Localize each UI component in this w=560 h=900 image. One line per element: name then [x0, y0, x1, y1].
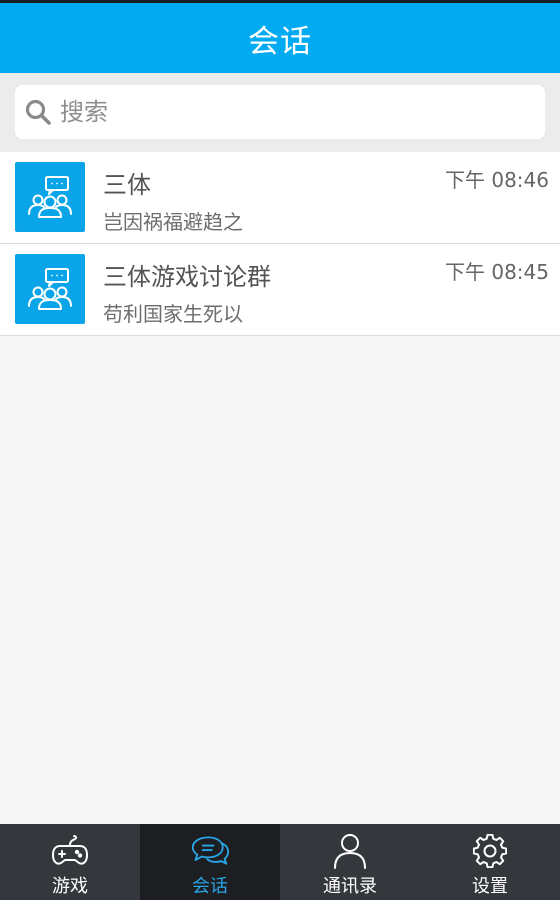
- tab-conversations[interactable]: 会话: [140, 824, 280, 900]
- search-box[interactable]: [15, 85, 545, 139]
- tab-label: 通讯录: [323, 876, 377, 897]
- gear-icon: [470, 833, 510, 869]
- tab-contacts[interactable]: 通讯录: [280, 824, 420, 900]
- conversation-preview: 岂因祸福避趋之: [103, 210, 243, 234]
- chat-bubbles-icon: [190, 833, 230, 869]
- search-icon[interactable]: [22, 96, 54, 128]
- page-title: 会话: [248, 23, 312, 60]
- contacts-icon: [330, 833, 370, 869]
- tab-settings[interactable]: 设置: [420, 824, 560, 900]
- group-chat-icon: [28, 268, 72, 310]
- avatar: [15, 254, 85, 324]
- conversation-name: 三体游戏讨论群: [103, 263, 271, 291]
- conversation-name: 三体: [103, 171, 151, 199]
- conversation-time: 下午 08:46: [445, 168, 549, 192]
- conversation-time: 下午 08:45: [445, 260, 549, 284]
- gamepad-icon: [50, 833, 90, 869]
- tab-games[interactable]: 游戏: [0, 824, 140, 900]
- search-input[interactable]: [58, 97, 502, 127]
- app-header: 会话: [0, 3, 560, 73]
- conversation-preview: 苟利国家生死以: [103, 302, 243, 326]
- conversation-item[interactable]: 三体 下午 08:46 岂因祸福避趋之: [0, 152, 560, 244]
- tab-label: 游戏: [52, 876, 88, 897]
- search-bar: [0, 73, 560, 152]
- conversation-item[interactable]: 三体游戏讨论群 下午 08:45 苟利国家生死以: [0, 244, 560, 336]
- conversation-list: 三体 下午 08:46 岂因祸福避趋之 三体游戏讨论群 下午 08:45 苟利国…: [0, 152, 560, 336]
- tab-label: 会话: [192, 876, 228, 897]
- tab-label: 设置: [472, 876, 508, 897]
- avatar: [15, 162, 85, 232]
- group-chat-icon: [28, 176, 72, 218]
- bottom-tab-bar: 游戏 会话 通讯录 设置: [0, 824, 560, 900]
